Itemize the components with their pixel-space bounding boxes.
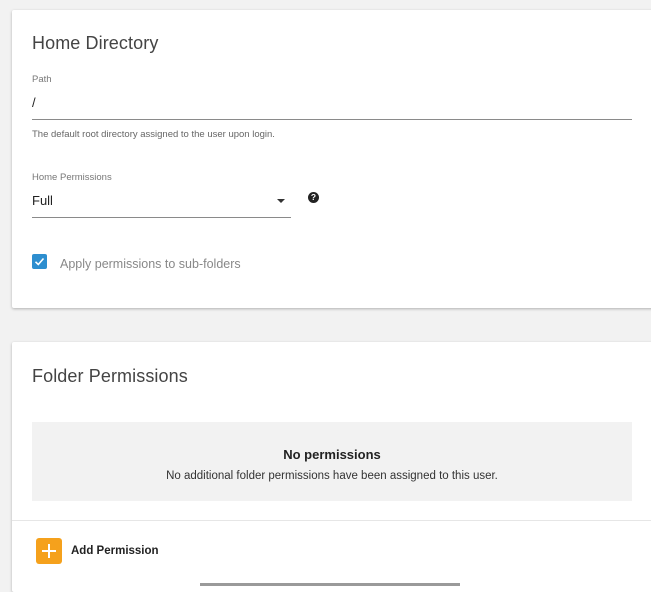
empty-state-title: No permissions (283, 447, 381, 462)
path-label: Path (32, 74, 52, 85)
add-permission-label[interactable]: Add Permission (71, 545, 159, 557)
plus-icon[interactable] (36, 538, 62, 564)
home-permissions-underline (32, 217, 291, 218)
folder-permissions-card: Folder Permissions No permissions No add… (12, 342, 651, 592)
folder-permissions-title: Folder Permissions (32, 366, 188, 386)
home-permissions-select[interactable]: Full (32, 193, 53, 208)
divider (12, 520, 651, 521)
add-permission-button[interactable]: Add Permission (36, 538, 159, 564)
apply-subfolders-label[interactable]: Apply permissions to sub-folders (60, 257, 241, 271)
checkmark-icon (34, 257, 45, 266)
help-icon[interactable]: ? (308, 192, 319, 203)
path-underline (32, 119, 632, 120)
dropdown-caret-icon[interactable] (277, 199, 285, 203)
home-directory-title: Home Directory (32, 33, 159, 53)
apply-subfolders-checkbox[interactable] (32, 254, 47, 269)
path-input[interactable]: / (32, 95, 36, 110)
home-permissions-label: Home Permissions (32, 172, 112, 183)
empty-state: No permissions No additional folder perm… (32, 422, 632, 501)
path-hint: The default root directory assigned to t… (32, 129, 275, 140)
empty-state-description: No additional folder permissions have be… (166, 470, 498, 482)
home-directory-card: Home Directory Path / The default root d… (12, 10, 651, 308)
